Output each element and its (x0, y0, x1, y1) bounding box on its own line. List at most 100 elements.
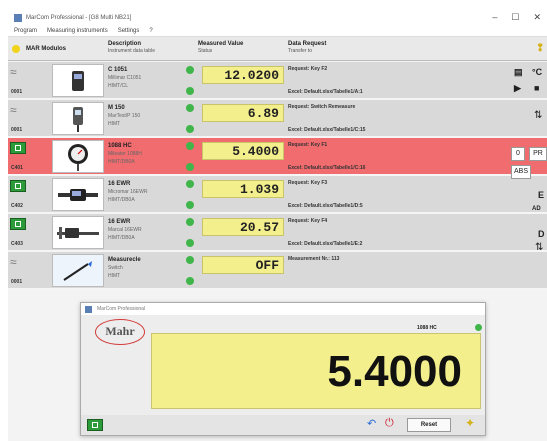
header-value: Measured Value Status (198, 41, 244, 54)
lightbulb-icon[interactable]: ✦ (465, 416, 475, 430)
row-code: 0001 (11, 127, 23, 133)
row-description: 16 EWR Marcal 16EWR HIMT/DB0A (108, 219, 142, 241)
play-icon[interactable]: ▶ (514, 83, 521, 94)
menu-settings[interactable]: Settings (118, 28, 140, 34)
status-led-icon (186, 142, 194, 150)
app-icon (14, 14, 22, 22)
table-row[interactable]: C402 16 EWR Micromar 16EWR HIMT/DB0A 1.0… (8, 176, 547, 214)
row-description: 1088 HC Mileater 1088H HIMT/DB0A (108, 143, 142, 165)
maximize-button[interactable]: ☐ (511, 12, 519, 23)
measured-value: 6.89 (202, 104, 284, 122)
zero-button[interactable]: 0 (511, 147, 525, 161)
ad-button[interactable]: AD (532, 206, 541, 212)
table-header: MAR Modulos Description Instrument data … (8, 37, 547, 61)
row-description: C 1051 Millimar C1051 HIMT/CL (108, 67, 142, 89)
row-description: Measurecle Switch HIMT (108, 257, 141, 279)
status-led-icon (186, 277, 194, 285)
status-led-icon (186, 66, 194, 74)
menu-measuring-instruments[interactable]: Measuring instruments (47, 28, 108, 34)
unit-celsius[interactable]: °C (532, 67, 542, 77)
data-request: Request: Key F1 (288, 142, 328, 148)
status-led-icon (186, 256, 194, 264)
undo-icon[interactable]: ↶ (367, 417, 376, 430)
row-code: C402 (11, 203, 23, 209)
stop-icon[interactable]: ■ (534, 83, 539, 93)
table-row[interactable]: ≈ 0001 M 150 MarTest/P 150 HIMT 6.89 Req… (8, 100, 547, 138)
transfer-target: Excel: Default.xlsx/Tabelle1/C:16 (288, 165, 366, 171)
wired-connection-icon (10, 180, 26, 194)
instrument-image (52, 178, 104, 211)
table-row[interactable]: ≈ 0001 C 1051 Millimar C1051 HIMT/CL 12.… (8, 62, 547, 100)
abs-button[interactable]: ABS (511, 165, 531, 179)
data-request: Request: Key F3 (288, 180, 328, 186)
dialog-titlebar: MarCom Professional (81, 303, 485, 315)
dialog-title: MarCom Professional (97, 306, 146, 312)
row-code: C401 (11, 165, 23, 171)
value-display-dialog: MarCom Professional Mahr 1088 HC 5.4000 … (80, 302, 486, 436)
data-request: Request: Key F4 (288, 218, 328, 224)
measured-value: 5.4000 (202, 142, 284, 160)
data-request: Request: Switch Remeasure (288, 104, 356, 110)
instrument-image (52, 64, 104, 97)
status-led-icon (186, 104, 194, 112)
transfer-target: Excel: Default.xlsx/Tabelle1/D:5 (288, 203, 363, 209)
d-button[interactable]: D (538, 229, 545, 239)
header-description: Description Instrument data table (108, 41, 155, 54)
status-led-icon (186, 218, 194, 226)
row-description: M 150 MarTest/P 150 HIMT (108, 105, 141, 127)
mahr-logo: Mahr (95, 319, 145, 345)
app-icon (85, 306, 92, 313)
wireless-icon: ≈ (10, 255, 17, 269)
row-code: 0001 (11, 89, 23, 95)
preset-button[interactable]: PR (529, 147, 547, 161)
table-row[interactable]: ≈ 0001 Measurecle Switch HIMT OFF Measur… (8, 252, 547, 290)
minimize-button[interactable]: – (492, 12, 497, 23)
wireless-icon: ≈ (10, 65, 17, 79)
header-request: Data Request Transfer to (288, 41, 327, 54)
e-button[interactable]: E (538, 190, 544, 200)
status-led-icon (186, 201, 194, 209)
table-row[interactable]: C403 16 EWR Marcal 16EWR HIMT/DB0A 20.57… (8, 214, 547, 252)
status-indicator-icon (12, 45, 20, 53)
measured-value: 20.57 (202, 218, 284, 236)
transfer-target: Excel: Default.xlsx/Tabelle1/C:15 (288, 127, 366, 133)
power-icon[interactable]: ⏻ (385, 417, 394, 430)
wireless-icon: ≈ (10, 103, 17, 117)
sort-icon[interactable]: ⇅ (534, 110, 542, 121)
dialog-footer: ↶ ⏻ Reset ✦ (81, 415, 485, 435)
table-row-selected[interactable]: C401 1088 HC Mileater 1088H HIMT/DB0A 5.… (8, 138, 547, 176)
data-request: Measurement Nr.: 113 (288, 256, 340, 262)
status-led-icon (186, 180, 194, 188)
menu-help[interactable]: ? (149, 28, 152, 34)
row-code: C403 (11, 241, 23, 247)
large-measured-value: 5.4000 (151, 333, 481, 409)
instrument-image (52, 102, 104, 135)
reset-button[interactable]: Reset (407, 418, 451, 432)
sort-icon[interactable]: ⇅ (535, 242, 543, 253)
instrument-image (52, 216, 104, 249)
menu-bar: Program Measuring instruments Settings ? (8, 26, 547, 37)
measured-value: 12.0200 (202, 66, 284, 84)
calculator-icon[interactable]: ▤ (514, 67, 523, 78)
instrument-label: 1088 HC (417, 325, 437, 331)
row-description: 16 EWR Micromar 16EWR HIMT/DB0A (108, 181, 148, 203)
row-code: 0001 (11, 279, 23, 285)
instrument-image (52, 140, 104, 173)
unit-controls: ▤ °C ▶ ■ (510, 65, 547, 105)
wired-connection-icon (10, 142, 26, 156)
instrument-list: ≈ 0001 C 1051 Millimar C1051 HIMT/CL 12.… (8, 62, 547, 290)
lightbulb-icon[interactable]: ❢ (536, 43, 544, 54)
close-button[interactable]: ✕ (533, 12, 541, 23)
instrument-image (52, 254, 104, 287)
status-led-icon (186, 87, 194, 95)
status-led-icon (186, 163, 194, 171)
status-led-icon (186, 125, 194, 133)
menu-program[interactable]: Program (14, 28, 37, 34)
status-led-icon (186, 239, 194, 247)
measured-value: OFF (202, 256, 284, 274)
title-bar: MarCom Professional - [G8 Multi NB21] – … (8, 10, 547, 26)
window-title: MarCom Professional - [G8 Multi NB21] (26, 15, 132, 21)
transfer-target: Excel: Default.xlsx/Tabelle1/A:1 (288, 89, 363, 95)
wired-connection-icon (87, 419, 103, 431)
status-led-icon (475, 324, 482, 331)
